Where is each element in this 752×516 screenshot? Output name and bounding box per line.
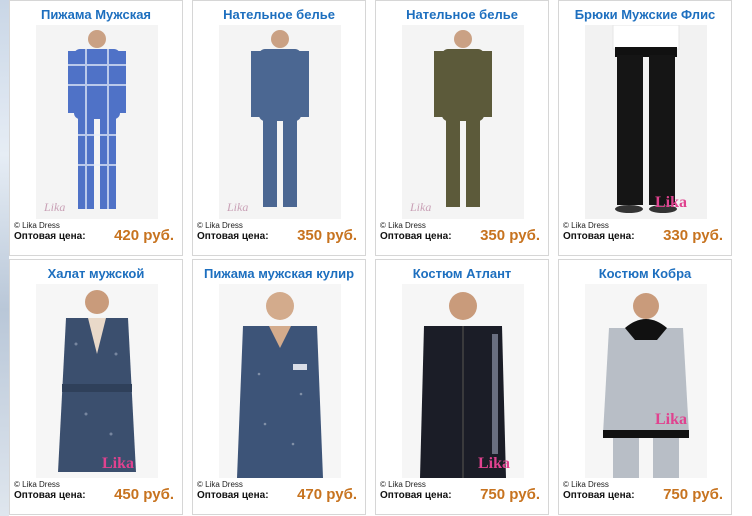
copyright-text: © Lika Dress bbox=[14, 480, 60, 489]
price-value: 330 руб. bbox=[663, 227, 723, 244]
product-card[interactable]: Брюки Мужские Флис Lika © Lika Dress Опт… bbox=[558, 0, 732, 256]
price-value: 750 руб. bbox=[480, 486, 540, 503]
tracksuit-photo[interactable]: Lika bbox=[402, 284, 524, 478]
thermal-underwear-photo[interactable]: Lika bbox=[219, 25, 341, 219]
hoodie-suit-photo[interactable]: Lika bbox=[585, 284, 707, 478]
product-card[interactable]: Нательное белье Lika © Lika Dress Оптова… bbox=[192, 0, 366, 256]
thermal-underwear-photo[interactable]: Lika bbox=[402, 25, 524, 219]
svg-text:Lika: Lika bbox=[478, 455, 510, 472]
product-title[interactable]: Халат мужской bbox=[10, 266, 182, 281]
price-value: 750 руб. bbox=[663, 486, 723, 503]
product-card[interactable]: Пижама Мужская Lika © Lika Dress Оптовая… bbox=[9, 0, 183, 256]
page-background-strip bbox=[0, 0, 9, 516]
svg-text:Lika: Lika bbox=[102, 455, 134, 472]
svg-text:Lika: Lika bbox=[655, 194, 687, 211]
copyright-text: © Lika Dress bbox=[14, 221, 60, 230]
price-label: Оптовая цена: bbox=[563, 490, 635, 501]
product-card[interactable]: Нательное белье Lika © Lika Dress Оптова… bbox=[375, 0, 549, 256]
copyright-text: © Lika Dress bbox=[197, 480, 243, 489]
price-value: 420 руб. bbox=[114, 227, 174, 244]
product-card[interactable]: Костюм Атлант Lika © Lika Dress Оптовая … bbox=[375, 259, 549, 515]
price-label: Оптовая цена: bbox=[197, 490, 269, 501]
price-value: 350 руб. bbox=[297, 227, 357, 244]
svg-text:Lika: Lika bbox=[226, 200, 248, 214]
svg-text:Lika: Lika bbox=[655, 411, 687, 428]
copyright-text: © Lika Dress bbox=[380, 480, 426, 489]
product-title[interactable]: Костюм Кобра bbox=[559, 266, 731, 281]
copyright-text: © Lika Dress bbox=[380, 221, 426, 230]
price-label: Оптовая цена: bbox=[563, 231, 635, 242]
price-label: Оптовая цена: bbox=[380, 490, 452, 501]
price-label: Оптовая цена: bbox=[380, 231, 452, 242]
fleece-pants-photo[interactable]: Lika bbox=[585, 25, 707, 219]
copyright-text: © Lika Dress bbox=[563, 221, 609, 230]
price-label: Оптовая цена: bbox=[14, 231, 86, 242]
pajama-photo[interactable] bbox=[219, 284, 341, 478]
price-value: 450 руб. bbox=[114, 486, 174, 503]
pajama-plaid-photo[interactable]: Lika bbox=[36, 25, 158, 219]
price-value: 350 руб. bbox=[480, 227, 540, 244]
product-card[interactable]: Пижама мужская кулир © Lika Dress Оптова… bbox=[192, 259, 366, 515]
copyright-text: © Lika Dress bbox=[197, 221, 243, 230]
copyright-text: © Lika Dress bbox=[563, 480, 609, 489]
product-title[interactable]: Пижама мужская кулир bbox=[193, 266, 365, 281]
svg-text:Lika: Lika bbox=[409, 200, 431, 214]
price-label: Оптовая цена: bbox=[14, 490, 86, 501]
product-title[interactable]: Нательное белье bbox=[376, 7, 548, 22]
product-title[interactable]: Нательное белье bbox=[193, 7, 365, 22]
product-title[interactable]: Костюм Атлант bbox=[376, 266, 548, 281]
product-title[interactable]: Брюки Мужские Флис bbox=[559, 7, 731, 22]
product-card[interactable]: Халат мужской Lika © Lika Dress Оптовая … bbox=[9, 259, 183, 515]
price-value: 470 руб. bbox=[297, 486, 357, 503]
product-title[interactable]: Пижама Мужская bbox=[10, 7, 182, 22]
product-card[interactable]: Костюм Кобра Lika © Lika Dress Оптовая ц… bbox=[558, 259, 732, 515]
price-label: Оптовая цена: bbox=[197, 231, 269, 242]
robe-photo[interactable]: Lika bbox=[36, 284, 158, 478]
product-grid: Пижама Мужская Lika © Lika Dress Оптовая… bbox=[9, 0, 752, 516]
svg-text:Lika: Lika bbox=[43, 200, 65, 214]
